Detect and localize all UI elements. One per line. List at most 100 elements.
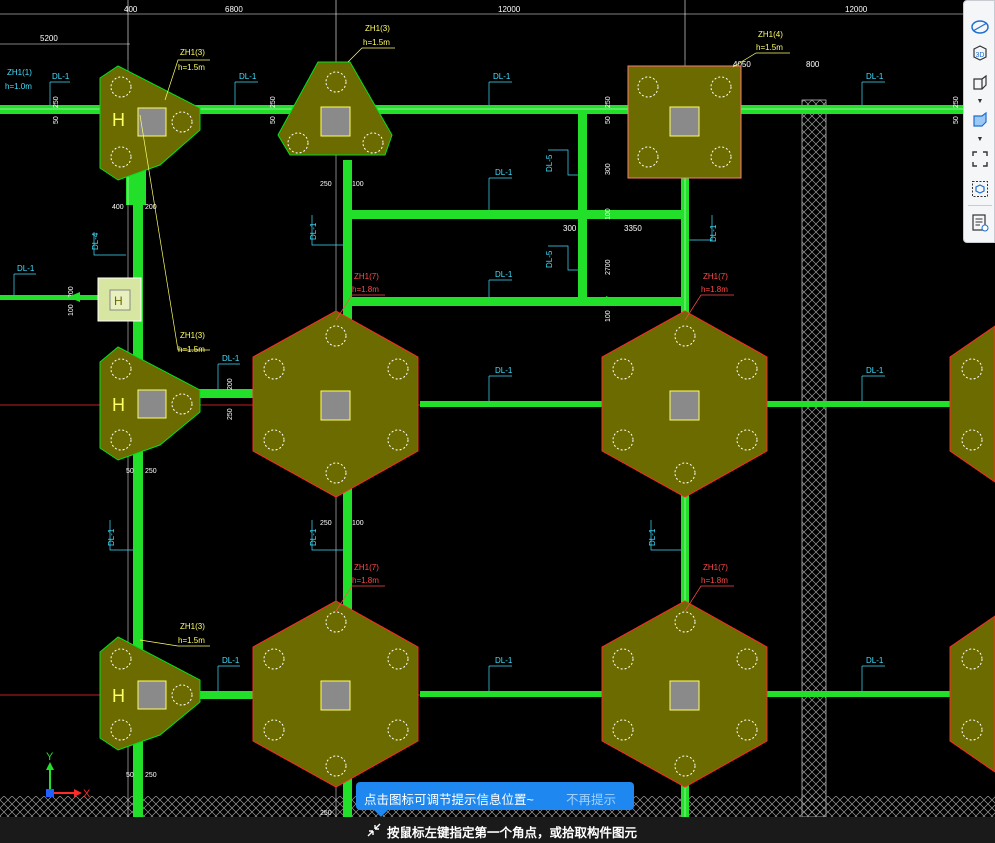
cap-zh1-3-mid: H xyxy=(99,346,201,461)
hint-tooltip[interactable]: 点击图标可调节提示信息位置~ 不再提示 xyxy=(356,782,634,817)
cap-zh1-3-bottom: H xyxy=(99,636,201,751)
dim-100-h: 100 xyxy=(352,181,364,188)
beam-label-dl1-1: DL-1 xyxy=(52,72,70,81)
svg-text:H: H xyxy=(114,294,123,308)
dont-show-again-link[interactable]: 不再提示 xyxy=(566,789,616,808)
beam-label-dl5-1: DL-5 xyxy=(545,154,554,172)
dim-6800: 6800 xyxy=(225,5,243,14)
dim-400: 400 xyxy=(124,5,138,14)
command-status-bar: 按鼠标左键指定第一个角点，或拾取构件图元 xyxy=(0,817,995,843)
beam-label-dl1-12: DL-1 xyxy=(495,656,513,665)
label-zh1-1-h: h=1.0m xyxy=(5,82,32,91)
dim-250-a: 250 xyxy=(53,96,60,108)
pick-corner-icon xyxy=(367,823,381,837)
hatched-wall-strip xyxy=(801,99,827,818)
cap-zh1-7-a xyxy=(252,310,419,498)
box-view-icon[interactable] xyxy=(968,71,992,95)
cap-zh1-7-c xyxy=(252,600,419,788)
dim-100-v3: 100 xyxy=(68,304,75,316)
beam-label-dl1-6: DL-1 xyxy=(495,270,513,279)
label-zh1-7-c-h: h=1.8m xyxy=(352,576,379,585)
cap-zh1-3-top: H xyxy=(99,65,201,181)
hint-tooltip-arrow xyxy=(374,810,388,817)
dim-300-v: 300 xyxy=(605,163,612,175)
svg-text:H: H xyxy=(112,686,125,706)
beam-label-dl1-v4: DL-1 xyxy=(309,528,318,546)
view-toolbar: 3D ▼ ▼ xyxy=(963,0,995,243)
beam-label-dl1-9: DL-1 xyxy=(495,366,513,375)
dim-50-c: 50 xyxy=(605,116,612,124)
dim-50-f: 50 xyxy=(126,772,134,779)
cad-drawing-canvas[interactable]: 400 6800 12000 12000 5200 4050 800 3350 … xyxy=(0,0,995,843)
dim-250-i: 250 xyxy=(145,772,157,779)
isolate-icon[interactable] xyxy=(968,177,992,201)
solid-box-icon[interactable] xyxy=(968,107,992,131)
beam-label-dl4: DL-4 xyxy=(91,232,100,250)
command-prompt-text: 按鼠标左键指定第一个角点，或拾取构件图元 xyxy=(387,826,638,840)
dim-2700-v: 2700 xyxy=(605,259,612,275)
label-zh1-7-b: ZH1(7) xyxy=(703,272,728,281)
dim-12000-a: 12000 xyxy=(498,5,521,14)
dim-250-h: 250 xyxy=(320,520,332,527)
label-zh1-7-d-h: h=1.8m xyxy=(701,576,728,585)
label-zh1-7-a: ZH1(7) xyxy=(354,272,379,281)
beam-label-dl1-5: DL-1 xyxy=(495,168,513,177)
beam-label-dl1-2: DL-1 xyxy=(239,72,257,81)
dim-250-e: 250 xyxy=(227,408,234,420)
beam-label-dl1-11: DL-1 xyxy=(222,656,240,665)
label-zh1-3-mid-h: h=1.5m xyxy=(178,345,205,354)
label-zh1-4-h: h=1.5m xyxy=(756,43,783,52)
beam-label-dl1-8: DL-1 xyxy=(222,354,240,363)
label-zh1-3-upper-h: h=1.5m xyxy=(363,38,390,47)
dim-400-h: 400 xyxy=(112,204,124,211)
axis-y-label: Y xyxy=(46,751,54,763)
dim-800: 800 xyxy=(806,60,820,69)
orbit-icon[interactable] xyxy=(968,15,992,39)
properties-list-icon[interactable] xyxy=(968,211,992,235)
label-zh1-3-mid: ZH1(3) xyxy=(180,331,205,340)
dim-250-b: 250 xyxy=(270,96,277,108)
label-zh1-1: ZH1(1) xyxy=(7,68,32,77)
svg-text:H: H xyxy=(112,110,125,130)
dim-100-h3: 100 xyxy=(352,520,364,527)
dim-250-d: 250 xyxy=(953,96,960,108)
label-zh1-3-top-h: h=1.5m xyxy=(178,63,205,72)
label-zh1-3-bottom: ZH1(3) xyxy=(180,622,205,631)
dim-250-g: 250 xyxy=(145,468,157,475)
dim-50-d: 50 xyxy=(953,116,960,124)
view-3d-icon[interactable]: 3D xyxy=(968,41,992,65)
axis-x-label: X xyxy=(83,788,91,800)
beam-label-dl1-7: DL-1 xyxy=(17,264,35,273)
beam-label-dl5-2: DL-5 xyxy=(545,250,554,268)
dim-200-h2: 200 xyxy=(145,204,157,211)
cap-zh1-1-selected: H xyxy=(97,277,142,322)
svg-text:3D: 3D xyxy=(976,52,985,59)
chevron-down-icon[interactable]: ▼ xyxy=(976,98,984,105)
label-zh1-3-upper: ZH1(3) xyxy=(365,24,390,33)
beam-label-dl1-13: DL-1 xyxy=(866,656,884,665)
cap-zh1-7-d xyxy=(601,600,768,788)
label-zh1-7-c: ZH1(7) xyxy=(354,563,379,572)
beam-label-dl1-v5: DL-1 xyxy=(648,528,657,546)
cap-zh1-7-edge-right xyxy=(949,325,995,773)
label-zh1-7-b-h: h=1.8m xyxy=(701,285,728,294)
beam-label-dl1-4: DL-1 xyxy=(866,72,884,81)
hint-tooltip-message: 点击图标可调节提示信息位置~ xyxy=(364,793,534,807)
dim-200-h: 200 xyxy=(227,378,234,390)
label-zh1-3-bottom-h: h=1.5m xyxy=(178,636,205,645)
dim-12000-b: 12000 xyxy=(845,5,868,14)
beam-label-dl1-v3: DL-1 xyxy=(107,528,116,546)
ucs-axis-icon: Y X xyxy=(46,751,91,800)
dim-50-a: 50 xyxy=(53,116,60,124)
chevron-down-icon[interactable]: ▼ xyxy=(976,136,984,143)
label-zh1-4: ZH1(4) xyxy=(758,30,783,39)
label-zh1-3-top: ZH1(3) xyxy=(180,48,205,57)
dim-50-e: 50 xyxy=(126,468,134,475)
dim-5200: 5200 xyxy=(40,34,58,43)
dim-50-b: 50 xyxy=(270,116,277,124)
svg-text:H: H xyxy=(112,395,125,415)
label-zh1-7-a-h: h=1.8m xyxy=(352,285,379,294)
cap-zh1-4 xyxy=(627,65,742,179)
fullscreen-icon[interactable] xyxy=(968,147,992,171)
beam-label-dl1-v2: DL-1 xyxy=(309,222,318,240)
